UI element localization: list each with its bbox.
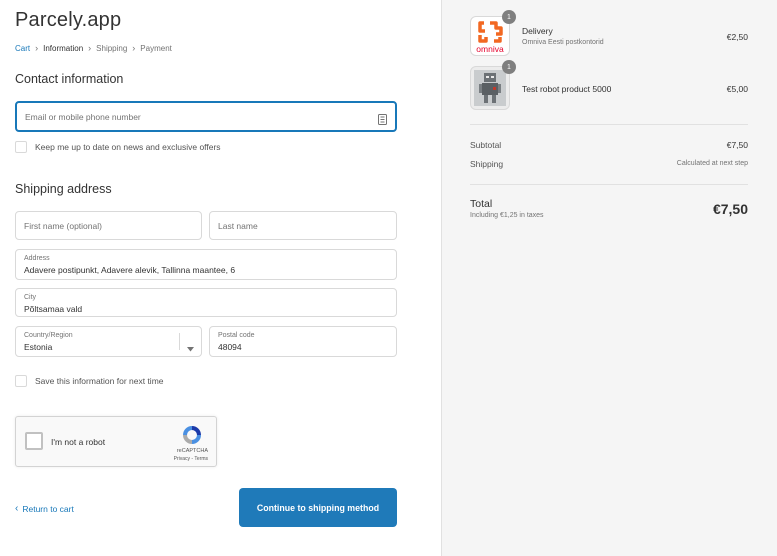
- postal-value: 48094: [218, 342, 242, 352]
- newsletter-checkbox[interactable]: [15, 141, 27, 153]
- quantity-badge: 1: [502, 60, 516, 74]
- delivery-item-price: €2,50: [726, 32, 748, 42]
- omniva-logo-text: omniva: [476, 44, 504, 54]
- delivery-item-subtitle: Omniva Eesti postkontorid: [522, 39, 604, 46]
- return-to-cart-label: Return to cart: [22, 504, 74, 514]
- shipping-label: Shipping: [470, 159, 504, 169]
- recaptcha-label: I'm not a robot: [51, 437, 106, 447]
- address-value: Adavere postipunkt, Adavere alevik, Tall…: [24, 265, 236, 275]
- breadcrumb-payment: Payment: [140, 43, 172, 53]
- recaptcha-checkbox[interactable]: [25, 432, 43, 450]
- address-field[interactable]: Address Adavere postipunkt, Adavere alev…: [15, 249, 397, 280]
- taxes-note: Including €1,25 in taxes: [470, 212, 544, 219]
- robot-product-image: [474, 70, 506, 106]
- continue-to-shipping-button[interactable]: Continue to shipping method: [239, 488, 397, 527]
- store-title[interactable]: Parcely.app: [15, 9, 121, 32]
- newsletter-option[interactable]: Keep me up to date on news and exclusive…: [15, 141, 221, 153]
- newsletter-label: Keep me up to date on news and exclusive…: [35, 142, 221, 152]
- total-label: Total: [470, 198, 493, 210]
- subtotal-value: €7,50: [726, 140, 748, 150]
- contact-heading: Contact information: [15, 72, 124, 86]
- recaptcha-brand: reCAPTCHA: [176, 448, 208, 454]
- breadcrumb-information: Information: [43, 43, 84, 53]
- breadcrumb-cart[interactable]: Cart: [15, 44, 30, 53]
- chevron-down-icon: [187, 339, 194, 357]
- delivery-thumbnail: omniva 1: [470, 10, 516, 56]
- city-value: Põltsamaa vald: [24, 304, 83, 314]
- first-name-placeholder: First name (optional): [24, 220, 102, 231]
- quantity-badge: 1: [502, 10, 516, 24]
- summary-divider: [470, 124, 748, 125]
- recaptcha-widget: I'm not a robot reCAPTCHA Privacy - Term…: [15, 416, 217, 467]
- save-info-checkbox[interactable]: [15, 375, 27, 387]
- save-info-option[interactable]: Save this information for next time: [15, 375, 164, 387]
- city-label: City: [24, 294, 37, 301]
- save-info-label: Save this information for next time: [35, 376, 164, 386]
- chevron-right-icon: ›: [88, 43, 92, 53]
- delivery-item-name: Delivery: [522, 26, 553, 36]
- shipping-value: Calculated at next step: [676, 160, 748, 167]
- checkout-main: Parcely.app Cart › Information › Shippin…: [0, 0, 441, 556]
- robot-product-thumbnail: 1: [470, 60, 516, 110]
- chevron-left-icon: ‹: [15, 503, 19, 514]
- chevron-right-icon: ›: [35, 43, 39, 53]
- total-value: €7,50: [712, 201, 748, 217]
- contact-card-icon: [378, 112, 387, 130]
- shipping-heading: Shipping address: [15, 182, 112, 196]
- postal-label: Postal code: [218, 332, 255, 339]
- email-field[interactable]: Email or mobile phone number: [15, 101, 397, 132]
- recaptcha-logo-icon: [181, 424, 203, 446]
- summary-divider: [470, 184, 748, 185]
- country-select[interactable]: Country/Region Estonia: [15, 326, 202, 357]
- omniva-logo-icon: omniva: [474, 19, 506, 55]
- breadcrumb: Cart › Information › Shipping › Payment: [15, 43, 172, 53]
- robot-product-price: €5,00: [726, 84, 748, 94]
- subtotal-label: Subtotal: [470, 140, 502, 150]
- first-name-field[interactable]: First name (optional): [15, 211, 202, 240]
- last-name-placeholder: Last name: [218, 220, 258, 231]
- breadcrumb-shipping: Shipping: [96, 43, 128, 53]
- email-placeholder: Email or mobile phone number: [25, 111, 141, 122]
- address-label: Address: [24, 255, 50, 262]
- robot-product-name: Test robot product 5000: [522, 84, 612, 94]
- country-value: Estonia: [24, 342, 53, 352]
- return-to-cart-link[interactable]: ‹ Return to cart: [15, 503, 74, 515]
- postal-code-field[interactable]: Postal code 48094: [209, 326, 397, 357]
- last-name-field[interactable]: Last name: [209, 211, 397, 240]
- select-divider: [179, 333, 180, 350]
- recaptcha-terms[interactable]: Privacy - Terms: [174, 456, 208, 462]
- city-field[interactable]: City Põltsamaa vald: [15, 288, 397, 317]
- country-label: Country/Region: [24, 332, 73, 339]
- chevron-right-icon: ›: [132, 43, 136, 53]
